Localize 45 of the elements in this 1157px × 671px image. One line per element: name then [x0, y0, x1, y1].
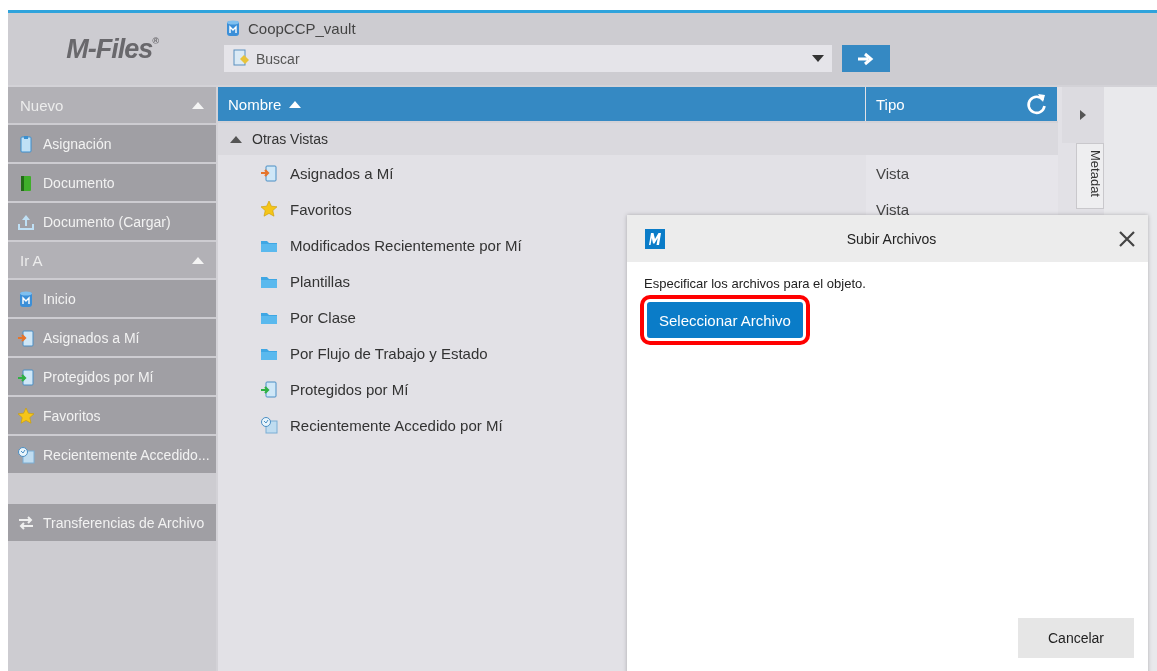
vault-icon: [17, 289, 35, 308]
star-icon: [260, 200, 278, 218]
view-item[interactable]: Recientemente Accedido por Mí: [218, 407, 866, 443]
star-icon: [17, 406, 35, 425]
caret-right-icon: [1079, 109, 1087, 121]
view-item[interactable]: Favoritos: [218, 191, 866, 227]
clock-document-icon: [17, 445, 35, 464]
sidebar-item[interactable]: Favoritos: [8, 397, 216, 434]
vault-name[interactable]: CoopCCP_vault: [248, 19, 356, 37]
clock-document-icon: [260, 416, 278, 434]
clipboard-arrow-icon: [17, 328, 35, 347]
sidebar-item[interactable]: Documento: [8, 164, 216, 201]
panel-toggle-button[interactable]: [1062, 87, 1104, 143]
arrow-right-icon: [857, 51, 875, 66]
type-cell: Vista: [866, 155, 1058, 191]
clipboard-arrow-icon: [260, 164, 278, 182]
dropdown-caret-icon: [812, 55, 824, 63]
view-item[interactable]: Asignados a Mí: [218, 155, 866, 191]
close-button[interactable]: [1118, 229, 1136, 248]
sidebar-item[interactable]: Protegidos por Mí: [8, 358, 216, 395]
clipboard-arrow-icon: [17, 367, 35, 386]
sidebar-item[interactable]: Transferencias de Archivo: [8, 504, 216, 541]
transfer-icon: [17, 513, 35, 532]
refresh-icon[interactable]: [1025, 92, 1049, 116]
clipboard-arrow-icon: [260, 380, 278, 398]
column-header[interactable]: Nombre: [218, 87, 866, 121]
view-item[interactable]: Protegidos por Mí: [218, 371, 866, 407]
search-tag-icon: [232, 49, 250, 67]
dialog-title: Subir Archivos: [845, 230, 938, 247]
sidebar-item[interactable]: Asignación: [8, 125, 216, 162]
logo: M-Files$^{®}$: [66, 33, 158, 65]
clipboard-icon: [17, 134, 35, 153]
cancel-button[interactable]: Cancelar: [1018, 618, 1134, 658]
dialog-message: Especificar los archivos para el objeto.: [644, 276, 867, 291]
sidebar-item[interactable]: Documento (Cargar): [8, 203, 216, 240]
close-icon: [1118, 229, 1136, 248]
search-go-button[interactable]: [842, 45, 890, 72]
app-logo-icon: [645, 228, 665, 249]
vault-icon: [224, 19, 242, 37]
sidebar-item[interactable]: Asignados a Mí: [8, 319, 216, 356]
sidebar-item[interactable]: Recientemente Accedido...: [8, 436, 216, 473]
search-field[interactable]: Buscar: [224, 45, 832, 72]
sidebar-item[interactable]: Inicio: [8, 280, 216, 317]
metadata-tab[interactable]: Metadat: [1076, 143, 1104, 209]
group-row[interactable]: Otras Vistas: [218, 123, 1058, 155]
